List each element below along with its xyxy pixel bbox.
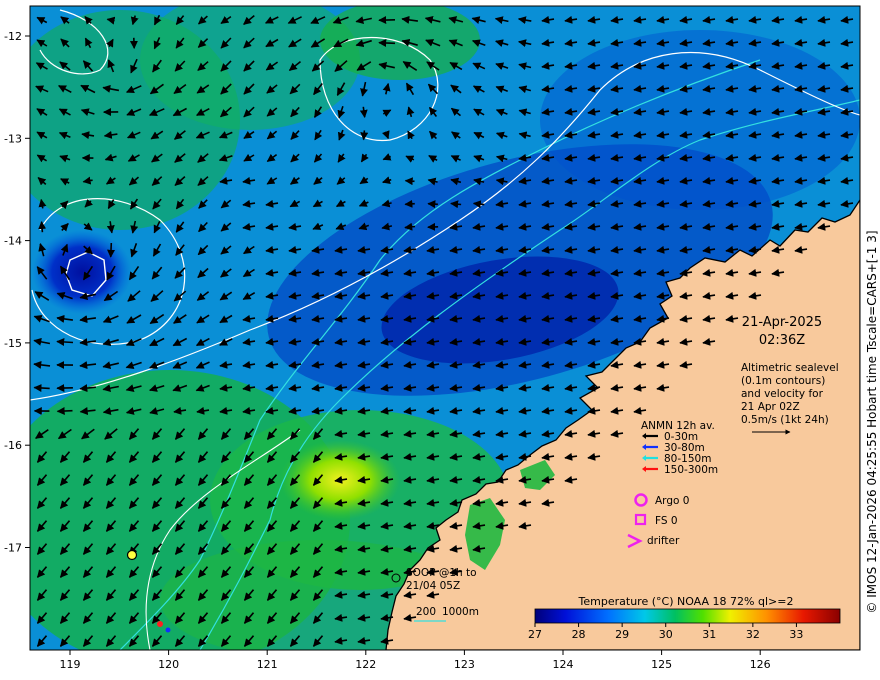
anmn-item-label: 150-300m bbox=[664, 464, 718, 476]
colorbar-tick-label: 29 bbox=[615, 628, 629, 641]
isobath-label-1000: 1000m bbox=[442, 606, 479, 618]
lon-tick-label: 125 bbox=[651, 658, 672, 671]
colorbar-tick-label: 30 bbox=[659, 628, 673, 641]
cold-eddy bbox=[32, 230, 132, 314]
argo-label: Argo 0 bbox=[655, 495, 689, 507]
sst-map: 119 120 121 122 123 124 125 126 -12 -13 -14 -15 -16… bbox=[4, 5, 879, 671]
colorbar-tick-label: 28 bbox=[572, 628, 586, 641]
lon-tick-label: 124 bbox=[553, 658, 574, 671]
soop-line-1: SOOP @1h to bbox=[406, 567, 477, 579]
lon-tick-label: 126 bbox=[750, 658, 771, 671]
cool-patch-ne bbox=[540, 30, 860, 210]
lat-tick-label: -17 bbox=[4, 542, 22, 555]
lon-tick-label: 120 bbox=[158, 658, 179, 671]
colorbar-tick-label: 32 bbox=[746, 628, 760, 641]
anmn-marker bbox=[157, 621, 163, 627]
velocity-arrow bbox=[33, 383, 50, 392]
velocity-arrow bbox=[38, 221, 47, 233]
colorbar-tick-label: 33 bbox=[789, 628, 803, 641]
mooring-marker bbox=[126, 549, 138, 561]
velocity-arrow bbox=[360, 130, 369, 141]
warm-patch-n2 bbox=[320, 6, 480, 80]
velocity-arrow bbox=[427, 200, 438, 209]
velocity-arrow bbox=[404, 177, 415, 186]
isobath-label-200: 200 bbox=[416, 606, 436, 618]
latitude-axis: -12 -13 -14 -15 -16 -17 bbox=[4, 30, 30, 555]
lat-tick-label: -16 bbox=[4, 439, 22, 452]
lon-tick-label: 119 bbox=[60, 658, 81, 671]
velocity-arrow bbox=[404, 199, 415, 208]
altimetry-line-3: and velocity for bbox=[741, 388, 824, 400]
colorbar-tick-label: 31 bbox=[702, 628, 716, 641]
lon-tick-label: 123 bbox=[454, 658, 475, 671]
velocity-arrow bbox=[107, 242, 116, 258]
time-label: 02:36Z bbox=[759, 333, 805, 348]
altimetry-line-5: 0.5m/s (1kt 24h) bbox=[741, 414, 829, 426]
velocity-arrow bbox=[56, 407, 73, 416]
velocity-arrow bbox=[56, 337, 74, 346]
lon-tick-label: 121 bbox=[257, 658, 278, 671]
date-label: 21-Apr-2025 bbox=[742, 315, 822, 330]
copyright-label: © IMOS 12-Jan-2026 04:25:55 Hobart time … bbox=[865, 230, 879, 613]
lon-tick-label: 122 bbox=[355, 658, 376, 671]
drifter-label: drifter bbox=[647, 535, 680, 547]
altimetry-line-2: (0.1m contours) bbox=[741, 375, 825, 387]
lat-tick-label: -12 bbox=[4, 30, 22, 43]
fs-label: FS 0 bbox=[655, 515, 678, 527]
longitude-axis: 119 120 121 122 123 124 125 126 bbox=[60, 650, 771, 671]
colorbar-ramp bbox=[534, 608, 841, 624]
lat-tick-label: -14 bbox=[4, 235, 22, 248]
colorbar-tick-label: 27 bbox=[528, 628, 542, 641]
velocity-arrow bbox=[378, 38, 396, 47]
lat-tick-label: -13 bbox=[4, 132, 22, 145]
lat-tick-label: -15 bbox=[4, 337, 22, 350]
altimetry-line-4: 21 Apr 02Z bbox=[741, 401, 800, 413]
colorbar-title: Temperature (°C) NOAA 18 72% ql>=2 bbox=[578, 595, 794, 608]
altimetry-line-1: Altimetric sealevel bbox=[741, 362, 839, 374]
anmn-marker-2 bbox=[165, 627, 171, 633]
velocity-arrow bbox=[450, 200, 462, 209]
soop-line-2: 21/04 05Z bbox=[406, 580, 460, 592]
